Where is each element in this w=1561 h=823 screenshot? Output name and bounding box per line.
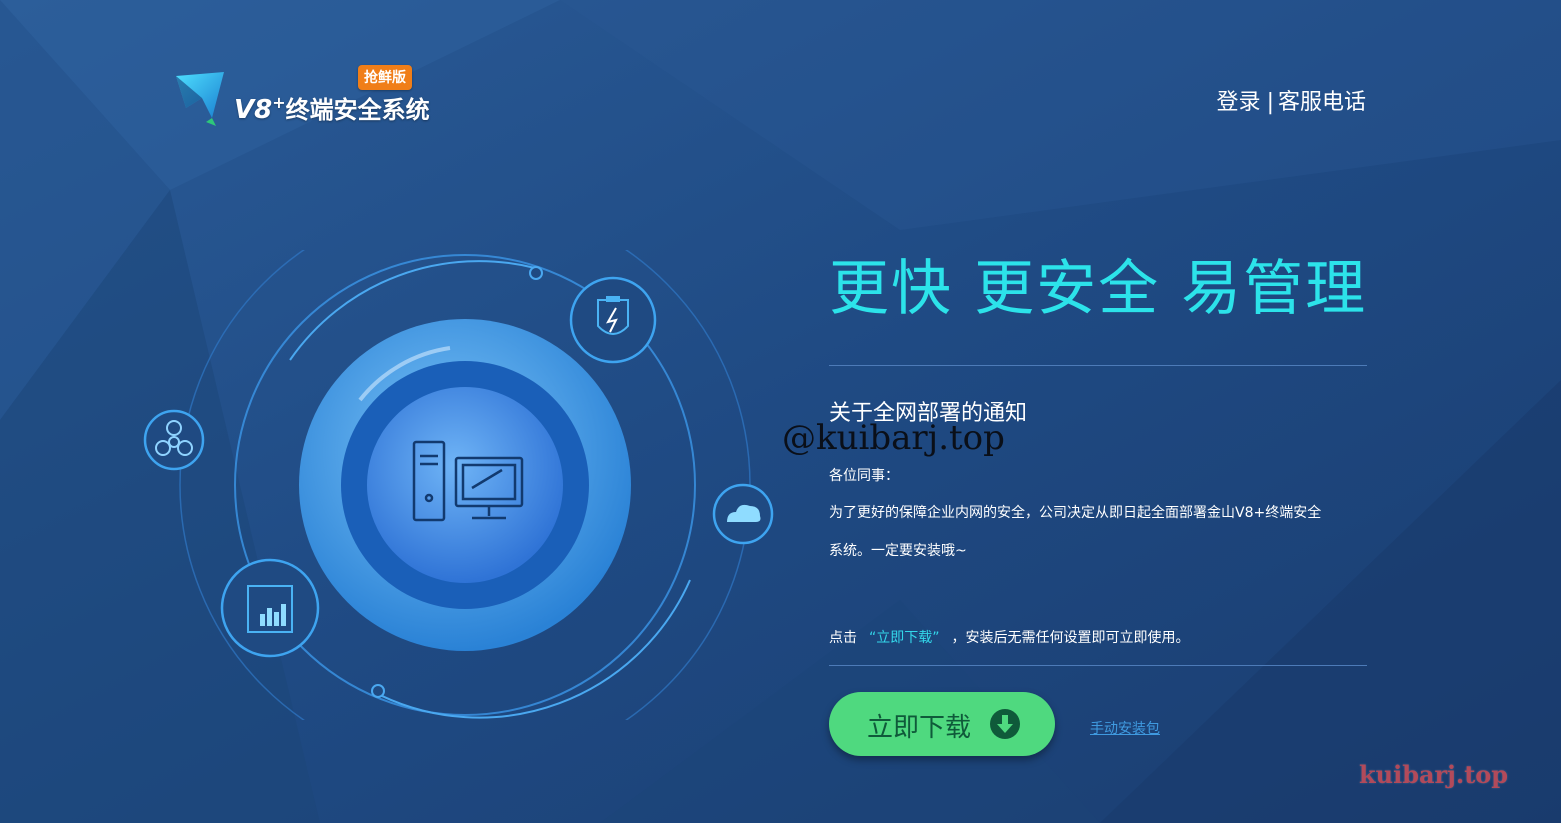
logo-wordmark: V8+终端安全系统	[234, 90, 430, 125]
notice-body-line2: 系统。一定要安装哦~	[829, 543, 967, 559]
logo-plus: +	[272, 93, 286, 112]
hint-download-link[interactable]: “立即下载”	[869, 630, 940, 646]
divider-top	[829, 365, 1367, 366]
header-separator: |	[1266, 90, 1274, 115]
watermark: kuibarj.top	[1359, 760, 1509, 789]
download-button[interactable]: 立即下载	[829, 692, 1055, 756]
watermark-handle: @kuibarj.top	[782, 418, 1005, 458]
download-hint: 点击 “立即下载” ，安装后无需任何设置即可立即使用。	[829, 627, 1190, 647]
biohazard-icon	[143, 409, 205, 471]
usb-shield-icon	[569, 276, 657, 364]
logo-arrow-icon	[176, 72, 224, 126]
cloud-icon	[712, 483, 774, 545]
login-link[interactable]: 登录	[1217, 90, 1261, 115]
analytics-chart-icon	[220, 558, 320, 658]
notice-greeting: 各位同事：	[829, 468, 899, 484]
download-arrow-icon	[990, 709, 1020, 739]
service-phone-link[interactable]: 客服电话	[1278, 90, 1366, 115]
logo-v8: V8	[234, 95, 273, 125]
slogan: 更快 更安全 易管理	[829, 254, 1368, 324]
divider-bottom	[829, 665, 1367, 666]
hint-suffix: ，安装后无需任何设置即可立即使用。	[951, 630, 1190, 646]
notice-body-line1: 为了更好的保障企业内网的安全，公司决定从即日起全面部署金山V8+终端安全	[829, 505, 1322, 521]
hint-prefix: 点击	[829, 630, 857, 646]
logo-subtitle: 终端安全系统	[285, 96, 430, 124]
edition-badge: 抢鲜版	[358, 65, 412, 90]
manual-install-link[interactable]: 手动安装包	[1090, 718, 1160, 738]
security-illustration	[143, 250, 774, 720]
header-links: 登录 | 客服电话	[1217, 84, 1366, 116]
product-logo: V8+终端安全系统 抢鲜版	[172, 62, 432, 132]
download-button-label: 立即下载	[867, 713, 972, 743]
